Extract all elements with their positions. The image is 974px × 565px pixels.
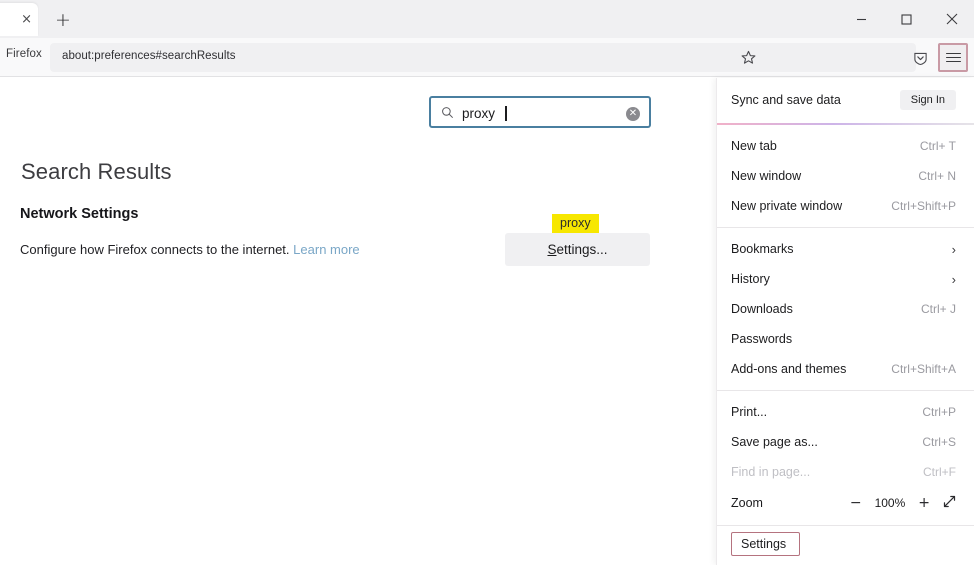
menu-item-history[interactable]: History › — [717, 264, 974, 294]
menu-item-settings-wrap: Settings — [717, 532, 974, 556]
menu-group-library: Bookmarks › History › Downloads Ctrl+ J … — [717, 234, 974, 384]
star-icon[interactable] — [735, 44, 761, 70]
clear-search-icon[interactable]: ✕ — [626, 107, 640, 121]
menu-divider-2 — [717, 390, 974, 391]
menu-item-passwords-label: Passwords — [731, 332, 793, 346]
menu-item-new-window-shortcut: Ctrl+ N — [918, 169, 956, 183]
chevron-right-icon: › — [951, 271, 956, 287]
menu-item-print[interactable]: Print... Ctrl+P — [717, 397, 974, 427]
menu-item-bookmarks-label: Bookmarks — [731, 242, 794, 256]
chevron-right-icon: › — [951, 241, 956, 257]
fullscreen-icon[interactable] — [943, 495, 956, 511]
menu-item-new-tab[interactable]: New tab Ctrl+ T — [717, 131, 974, 161]
window-controls — [839, 0, 974, 38]
menu-item-save-page-as-label: Save page as... — [731, 435, 818, 449]
menu-divider-1 — [717, 227, 974, 228]
page-title: Search Results — [21, 159, 172, 184]
network-settings-button-label: ettings... — [556, 242, 608, 257]
menu-item-settings[interactable]: Settings — [731, 532, 801, 556]
menu-item-print-label: Print... — [731, 405, 768, 419]
menu-group-page: Print... Ctrl+P Save page as... Ctrl+S F… — [717, 397, 974, 519]
network-settings-button-accesskey: S — [547, 242, 557, 257]
menu-item-new-window[interactable]: New window Ctrl+ N — [717, 161, 974, 191]
menu-item-addons-shortcut: Ctrl+Shift+A — [891, 362, 956, 376]
brand-label: Firefox — [6, 48, 42, 60]
minimize-icon[interactable] — [839, 0, 884, 38]
menu-item-find-in-page: Find in page... Ctrl+F — [717, 457, 974, 487]
menu-item-new-private-window[interactable]: New private window Ctrl+Shift+P — [717, 191, 974, 221]
hamburger-menu-icon[interactable] — [938, 43, 968, 72]
menu-item-zoom-label: Zoom — [731, 496, 763, 510]
menu-item-passwords[interactable]: Passwords — [717, 324, 974, 354]
network-settings-button[interactable]: Settings... — [505, 233, 650, 266]
menu-item-new-private-window-label: New private window — [731, 199, 843, 213]
address-bar-url: about:preferences#searchResults — [62, 50, 236, 62]
tab-bar: × + — [0, 0, 974, 38]
clear-search-glyph: ✕ — [628, 108, 638, 119]
menu-item-sync[interactable]: Sync and save data Sign In — [717, 82, 974, 118]
menu-divider-3 — [717, 525, 974, 526]
menu-item-addons-label: Add-ons and themes — [731, 362, 847, 376]
menu-item-save-page-as[interactable]: Save page as... Ctrl+S — [717, 427, 974, 457]
menu-item-settings-label: Settings — [741, 537, 787, 551]
zoom-out-button[interactable]: − — [850, 496, 862, 510]
menu-item-zoom: Zoom − 100% + — [717, 487, 974, 519]
maximize-icon[interactable] — [884, 0, 929, 38]
menu-item-downloads[interactable]: Downloads Ctrl+ J — [717, 294, 974, 324]
hamburger-lines — [945, 50, 961, 64]
search-term-highlight: proxy — [552, 214, 599, 233]
navigation-toolbar: Firefox about:preferences#searchResults — [0, 38, 974, 77]
menu-item-print-shortcut: Ctrl+P — [922, 405, 956, 419]
menu-divider-gradient — [717, 123, 974, 125]
close-icon[interactable] — [929, 0, 974, 38]
zoom-in-button[interactable]: + — [918, 496, 930, 510]
section-heading: Network Settings — [20, 206, 139, 222]
learn-more-link[interactable]: Learn more — [293, 242, 359, 257]
menu-item-find-in-page-label: Find in page... — [731, 465, 811, 479]
search-icon — [441, 106, 454, 124]
zoom-level-value: 100% — [874, 496, 906, 510]
menu-item-new-tab-shortcut: Ctrl+ T — [919, 139, 956, 153]
menu-item-new-tab-label: New tab — [731, 139, 777, 153]
menu-item-addons-and-themes[interactable]: Add-ons and themes Ctrl+Shift+A — [717, 354, 974, 384]
sign-in-button[interactable]: Sign In — [899, 90, 956, 110]
new-tab-button[interactable]: + — [50, 7, 76, 33]
firefox-window: × + Firefox about:preferences#searchResu… — [0, 0, 974, 565]
section-description-text: Configure how Firefox connects to the in… — [20, 242, 290, 257]
search-input[interactable]: proxy ✕ — [429, 96, 651, 128]
search-input-value: proxy — [462, 106, 496, 121]
zoom-controls: − 100% + — [850, 495, 956, 511]
menu-item-new-private-window-shortcut: Ctrl+Shift+P — [891, 199, 956, 213]
menu-item-history-label: History — [731, 272, 770, 286]
section-description: Configure how Firefox connects to the in… — [20, 242, 360, 257]
preferences-content: proxy ✕ Search Results Network Settings … — [0, 78, 716, 565]
browser-tab-active[interactable]: × — [0, 3, 38, 36]
address-bar[interactable]: about:preferences#searchResults — [50, 43, 916, 72]
menu-item-downloads-label: Downloads — [731, 302, 793, 316]
app-menu-panel: Sync and save data Sign In New tab Ctrl+… — [716, 78, 974, 565]
menu-item-downloads-shortcut: Ctrl+ J — [920, 302, 956, 316]
menu-item-bookmarks[interactable]: Bookmarks › — [717, 234, 974, 264]
menu-group-new: New tab Ctrl+ T New window Ctrl+ N New p… — [717, 131, 974, 221]
text-cursor — [505, 106, 507, 121]
menu-item-new-window-label: New window — [731, 169, 802, 183]
menu-item-sync-label: Sync and save data — [731, 93, 841, 107]
tab-close-icon[interactable]: × — [21, 13, 32, 26]
menu-item-find-in-page-shortcut: Ctrl+F — [923, 465, 956, 479]
pocket-shield-icon[interactable] — [908, 46, 932, 70]
menu-item-save-page-as-shortcut: Ctrl+S — [922, 435, 956, 449]
